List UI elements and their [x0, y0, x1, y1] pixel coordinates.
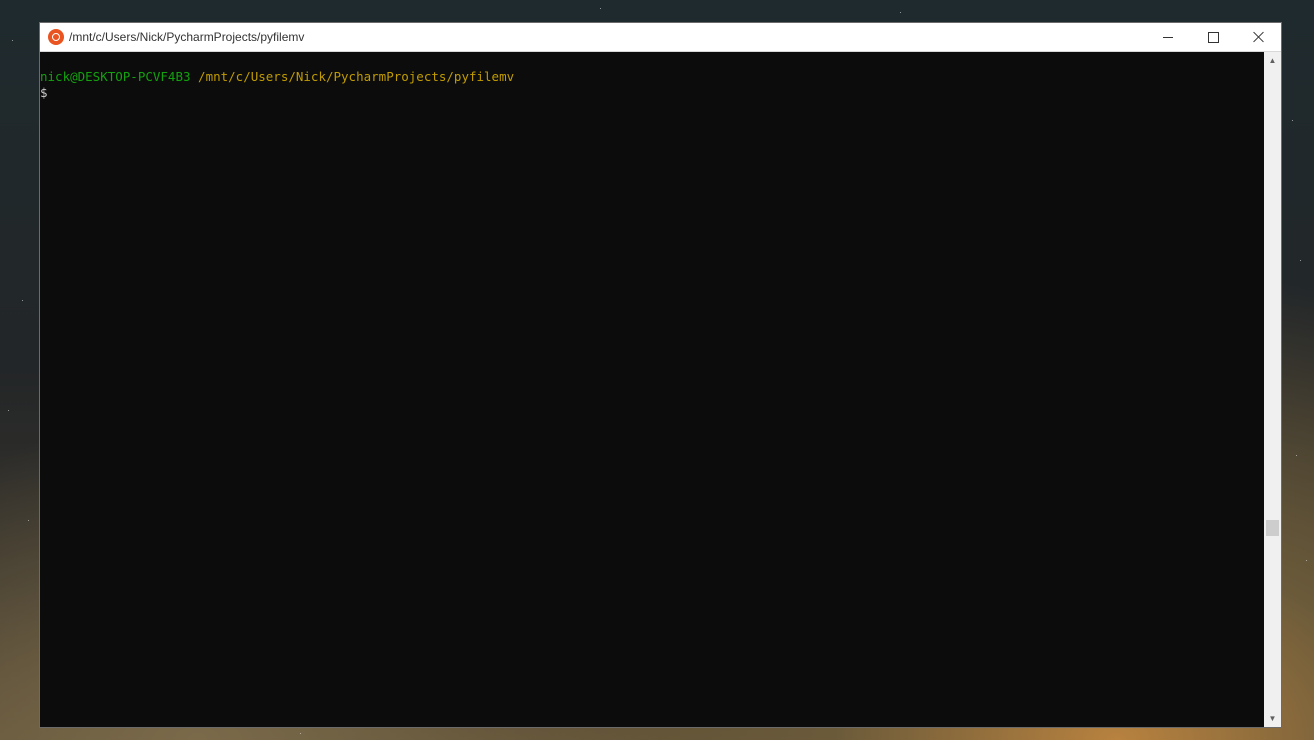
- ubuntu-icon: [48, 29, 64, 45]
- maximize-button[interactable]: [1190, 23, 1236, 51]
- close-button[interactable]: [1236, 23, 1282, 51]
- scroll-up-button[interactable]: ▲: [1264, 52, 1281, 69]
- prompt-symbol: $: [40, 85, 48, 100]
- terminal-output[interactable]: nick@DESKTOP-PCVF4B3 /mnt/c/Users/Nick/P…: [40, 52, 1264, 727]
- scroll-thumb[interactable]: [1266, 520, 1279, 536]
- command-line[interactable]: $: [40, 85, 1264, 101]
- minimize-button[interactable]: [1145, 23, 1191, 51]
- terminal-window[interactable]: /mnt/c/Users/Nick/PycharmProjects/pyfile…: [39, 22, 1282, 728]
- close-icon: [1253, 31, 1265, 43]
- vertical-scrollbar[interactable]: ▲ ▼: [1264, 52, 1281, 727]
- chevron-down-icon: ▼: [1268, 714, 1277, 723]
- maximize-icon: [1207, 31, 1219, 43]
- user-host: nick@DESKTOP-PCVF4B3: [40, 69, 191, 84]
- chevron-up-icon: ▲: [1268, 56, 1277, 65]
- window-title: /mnt/c/Users/Nick/PycharmProjects/pyfile…: [69, 30, 305, 44]
- prompt-header-line: nick@DESKTOP-PCVF4B3 /mnt/c/Users/Nick/P…: [40, 69, 1264, 85]
- title-bar[interactable]: /mnt/c/Users/Nick/PycharmProjects/pyfile…: [40, 23, 1281, 52]
- minimize-icon: [1163, 36, 1173, 38]
- current-directory: /mnt/c/Users/Nick/PycharmProjects/pyfile…: [198, 69, 515, 84]
- scroll-down-button[interactable]: ▼: [1264, 710, 1281, 727]
